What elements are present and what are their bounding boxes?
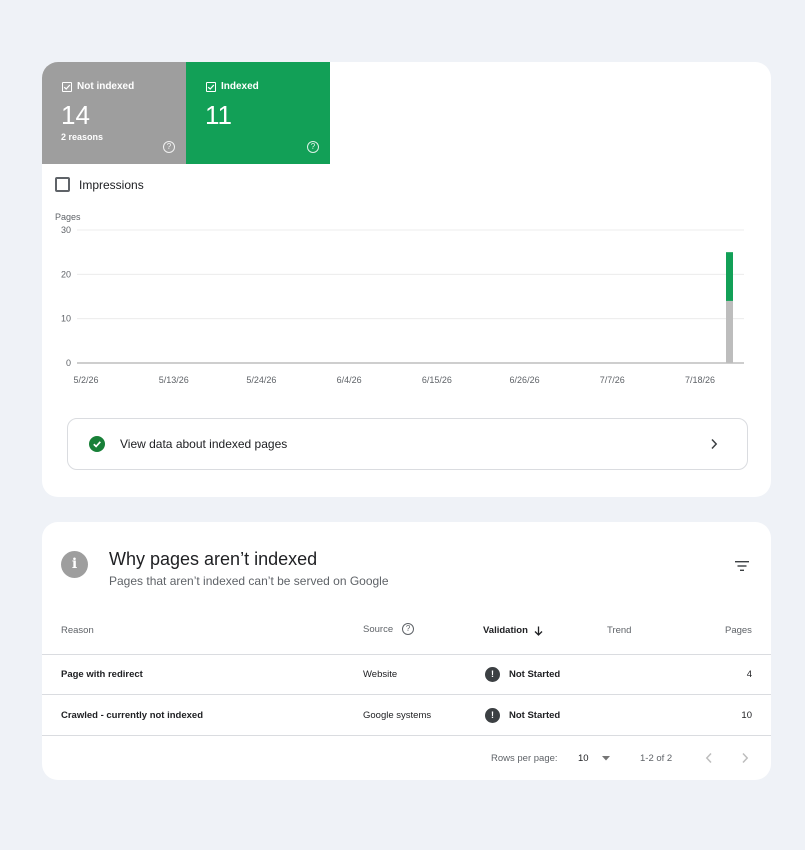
- help-icon[interactable]: ?: [163, 141, 175, 153]
- y-axis-label: Pages: [55, 212, 81, 222]
- column-header-validation[interactable]: Validation: [483, 625, 543, 636]
- chevron-right-icon: [702, 438, 726, 450]
- row-pages: 10: [741, 709, 752, 721]
- rows-per-page-select[interactable]: 10: [578, 748, 610, 768]
- checkbox-checked-icon: [206, 81, 216, 92]
- x-tick-label: 5/2/26: [73, 375, 98, 385]
- x-tick-label: 7/7/26: [600, 375, 625, 385]
- impressions-label: Impressions: [79, 177, 144, 192]
- help-icon[interactable]: ?: [402, 623, 415, 635]
- checkbox-checked-icon: [62, 81, 72, 92]
- rows-per-page-label: Rows per page:: [491, 752, 558, 764]
- divider: [42, 735, 771, 736]
- validation-status: Not Started: [509, 668, 561, 680]
- row-validation: ! Not Started: [485, 695, 560, 735]
- x-tick-label: 5/24/26: [246, 375, 276, 385]
- row-source: Google systems: [363, 709, 432, 721]
- not-indexed-tile[interactable]: Not indexed 14 2 reasons ?: [42, 62, 186, 164]
- bar-not-indexed: [726, 300, 733, 363]
- view-indexed-pages-label: View data about indexed pages: [120, 437, 288, 451]
- indexing-chart-card: Not indexed 14 2 reasons ? Indexed 11 ? …: [42, 62, 771, 497]
- chevron-left-icon: [705, 752, 712, 764]
- row-pages: 4: [746, 668, 752, 680]
- pagination-range: 1-2 of 2: [640, 752, 673, 764]
- x-tick-label: 5/13/26: [159, 375, 189, 385]
- rows-per-page-value: 10: [578, 752, 589, 764]
- check-circle-icon: [89, 436, 105, 452]
- not-indexed-reasons: 2 reasons: [61, 132, 104, 142]
- arrow-down-icon: [534, 626, 543, 636]
- row-source: Website: [363, 668, 398, 680]
- y-tick-label: 0: [66, 358, 71, 368]
- prev-page-button[interactable]: [705, 748, 713, 768]
- view-indexed-pages-button[interactable]: View data about indexed pages: [67, 418, 748, 470]
- indexed-label: Indexed: [221, 81, 259, 92]
- exclamation-icon: !: [485, 666, 500, 682]
- column-header-source[interactable]: Source ?: [363, 623, 415, 635]
- filter-icon[interactable]: [734, 559, 750, 571]
- not-indexed-count: 14: [61, 100, 90, 130]
- x-tick-label: 7/18/26: [685, 375, 715, 385]
- column-header-trend[interactable]: Trend: [607, 625, 631, 636]
- column-header-pages[interactable]: Pages: [725, 625, 752, 636]
- column-header-reason[interactable]: Reason: [61, 625, 94, 636]
- y-tick-label: 20: [61, 269, 71, 279]
- chevron-right-icon: [742, 752, 749, 764]
- section-title: Why pages aren’t indexed: [109, 549, 318, 569]
- table-row[interactable]: Crawled - currently not indexed Google s…: [42, 695, 771, 735]
- x-tick-label: 6/15/26: [422, 375, 452, 385]
- section-subtitle: Pages that aren’t indexed can’t be serve…: [109, 574, 389, 588]
- validation-status: Not Started: [509, 709, 561, 721]
- row-validation: ! Not Started: [485, 654, 560, 694]
- dropdown-arrow-icon: [601, 755, 610, 761]
- impressions-toggle[interactable]: Impressions: [55, 177, 144, 192]
- help-icon[interactable]: ?: [307, 141, 319, 153]
- pages-chart: Pages 0 10 20 30 5/2/26 5/13/26 5/24/26 6/4/26 6/…: [55, 212, 744, 385]
- source-header-label: Source: [363, 623, 394, 635]
- why-not-indexed-card: i Why pages aren’t indexed Pages that ar…: [42, 522, 771, 780]
- row-reason: Page with redirect: [61, 668, 143, 680]
- table-row[interactable]: Page with redirect Website ! Not Started…: [42, 654, 771, 694]
- indexed-count: 11: [205, 100, 232, 130]
- x-tick-label: 6/26/26: [510, 375, 540, 385]
- exclamation-icon: !: [485, 707, 500, 723]
- next-page-button[interactable]: [741, 748, 749, 768]
- validation-header-label: Validation: [483, 625, 528, 636]
- y-tick-label: 30: [61, 225, 71, 235]
- indexed-toggle[interactable]: Indexed: [206, 81, 259, 92]
- row-reason: Crawled - currently not indexed: [61, 709, 203, 721]
- not-indexed-label: Not indexed: [77, 81, 135, 92]
- y-tick-label: 10: [61, 314, 71, 324]
- info-icon: i: [61, 551, 88, 578]
- bar-indexed: [726, 252, 733, 301]
- x-tick-label: 6/4/26: [337, 375, 362, 385]
- pagination: Rows per page: 10 1-2 of 2: [42, 748, 771, 768]
- impressions-checkbox[interactable]: [55, 177, 70, 192]
- not-indexed-toggle[interactable]: Not indexed: [62, 81, 134, 92]
- indexed-tile[interactable]: Indexed 11 ?: [186, 62, 330, 164]
